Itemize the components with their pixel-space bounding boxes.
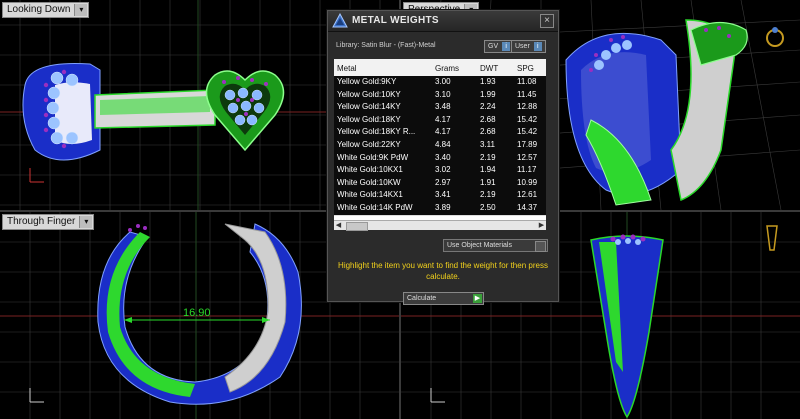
- cell-metal: White Gold:14KX1: [337, 190, 403, 200]
- cell-dwt: 2.24: [480, 102, 496, 112]
- cell-metal: Yellow Gold:18KY R...: [337, 127, 416, 137]
- table-row[interactable]: Yellow Gold:18KY 4.17 2.68 15.42: [334, 113, 546, 128]
- chevron-down-icon[interactable]: ▾: [79, 216, 93, 228]
- cell-dwt: 1.91: [480, 177, 496, 187]
- cell-grams: 3.48: [435, 102, 451, 112]
- cell-spg: 14.37: [517, 203, 538, 212]
- user-toggle-label: User: [515, 43, 530, 50]
- table-row[interactable]: Yellow Gold:14KY 3.48 2.24 12.88: [334, 101, 546, 115]
- dialog-title: METAL WEIGHTS: [352, 15, 439, 26]
- table-row[interactable]: White Gold:14KX1 3.41 2.19 12.61: [334, 189, 546, 203]
- metal-weights-dialog: METAL WEIGHTS × Library: Satin Blur - (F…: [327, 10, 559, 305]
- table-row[interactable]: White Gold:14K PdW 3.89 2.50 14.37: [334, 202, 546, 216]
- table-row[interactable]: Yellow Gold:10KY 3.10 1.99 11.45: [334, 88, 546, 103]
- info-icon: i: [502, 42, 511, 51]
- table-row[interactable]: Yellow Gold:18KY R... 4.17 2.68 15.42: [334, 126, 546, 140]
- table-row[interactable]: White Gold:9K PdW 3.40 2.19 12.57: [334, 151, 546, 166]
- cell-metal: Yellow Gold:10KY: [337, 89, 401, 99]
- use-object-materials-label: Use Object Materials: [447, 242, 512, 249]
- cell-spg: 15.42: [517, 127, 538, 137]
- cell-metal: Yellow Gold:22KY: [337, 140, 401, 149]
- use-object-materials-dropdown[interactable]: Use Object Materials: [443, 239, 548, 252]
- cell-grams: 3.10: [435, 89, 451, 99]
- table-row[interactable]: Yellow Gold:22KY 4.84 3.11 17.89: [334, 139, 546, 153]
- cell-spg: 15.42: [517, 114, 538, 124]
- column-header-grams[interactable]: Grams: [435, 64, 459, 73]
- viewport-label-text: Looking Down: [7, 4, 71, 15]
- cell-spg: 11.17: [517, 165, 537, 175]
- cell-grams: 2.97: [435, 177, 451, 187]
- dialog-title-bar[interactable]: METAL WEIGHTS ×: [328, 11, 558, 32]
- dropdown-knob-icon[interactable]: [535, 241, 546, 252]
- column-header-dwt[interactable]: DWT: [480, 64, 498, 73]
- cell-dwt: 2.19: [480, 190, 496, 200]
- cell-grams: 4.84: [435, 140, 451, 149]
- table-row[interactable]: White Gold:10KX1 3.02 1.94 11.17: [334, 164, 546, 178]
- calculate-label: Calculate: [407, 295, 437, 302]
- close-icon[interactable]: ×: [540, 14, 554, 28]
- user-toggle[interactable]: User i: [511, 40, 546, 53]
- cell-spg: 12.61: [517, 190, 538, 200]
- cell-spg: 17.89: [517, 140, 538, 149]
- cell-metal: White Gold:14K PdW: [337, 203, 413, 212]
- dimension-label: 16.90: [183, 307, 211, 319]
- cell-metal: Yellow Gold:18KY: [337, 114, 401, 124]
- table-header: Metal Grams DWT SPG: [334, 59, 546, 77]
- viewport-label-looking-down[interactable]: Looking Down ▾: [2, 2, 90, 18]
- cell-grams: 3.89: [435, 203, 451, 212]
- scroll-right-icon[interactable]: ▶: [537, 221, 546, 230]
- table-row[interactable]: Yellow Gold:9KY 3.00 1.93 11.08: [334, 76, 546, 90]
- cell-spg: 11.08: [517, 77, 537, 86]
- cell-dwt: 2.68: [480, 114, 496, 124]
- cell-spg: 11.45: [517, 89, 537, 99]
- scrollbar-thumb[interactable]: [346, 222, 368, 231]
- cell-grams: 4.17: [435, 127, 451, 137]
- cell-metal: White Gold:10KW: [337, 177, 401, 187]
- cell-dwt: 1.93: [480, 77, 496, 86]
- cell-grams: 3.41: [435, 190, 451, 200]
- viewport-label-text: Through Finger: [7, 216, 76, 227]
- cell-metal: Yellow Gold:14KY: [337, 102, 401, 112]
- play-icon[interactable]: ▶: [473, 294, 482, 303]
- cell-spg: 12.57: [517, 152, 538, 162]
- cell-grams: 4.17: [435, 114, 451, 124]
- viewport-label-through-finger[interactable]: Through Finger ▾: [2, 214, 95, 230]
- scroll-left-icon[interactable]: ◀: [334, 221, 343, 230]
- column-header-metal[interactable]: Metal: [337, 64, 357, 73]
- cell-dwt: 2.19: [480, 152, 496, 162]
- cell-metal: Yellow Gold:9KY: [337, 77, 397, 86]
- column-header-spg[interactable]: SPG: [517, 64, 534, 73]
- horizontal-scrollbar[interactable]: ◀ ▶: [334, 220, 546, 231]
- table-row[interactable]: White Gold:10KW 2.97 1.91 10.99: [334, 176, 546, 191]
- cell-dwt: 2.50: [480, 203, 496, 212]
- cell-spg: 10.99: [517, 177, 538, 187]
- cell-dwt: 1.99: [480, 89, 496, 99]
- library-label: Library: Satin Blur - (Fast)-Metal: [336, 42, 436, 49]
- cell-grams: 3.00: [435, 77, 451, 86]
- gv-toggle-label: GV: [488, 43, 499, 50]
- cell-dwt: 3.11: [480, 140, 495, 149]
- chevron-down-icon[interactable]: ▾: [74, 4, 88, 16]
- app-logo-icon: [332, 13, 348, 28]
- gv-toggle[interactable]: GV i: [484, 40, 515, 53]
- cell-grams: 3.40: [435, 152, 451, 162]
- cell-spg: 12.88: [517, 102, 538, 112]
- cell-metal: White Gold:9K PdW: [337, 152, 409, 162]
- calculate-button[interactable]: Calculate ▶: [403, 292, 484, 305]
- metal-table[interactable]: Metal Grams DWT SPG Yellow Gold:9KY 3.00 1…: [334, 59, 546, 221]
- cell-dwt: 2.68: [480, 127, 496, 137]
- cell-dwt: 1.94: [480, 165, 496, 175]
- cell-grams: 3.02: [435, 165, 451, 175]
- hint-text: Highlight the item you want to find the …: [338, 261, 548, 281]
- cell-metal: White Gold:10KX1: [337, 165, 403, 175]
- info-icon: i: [533, 42, 542, 51]
